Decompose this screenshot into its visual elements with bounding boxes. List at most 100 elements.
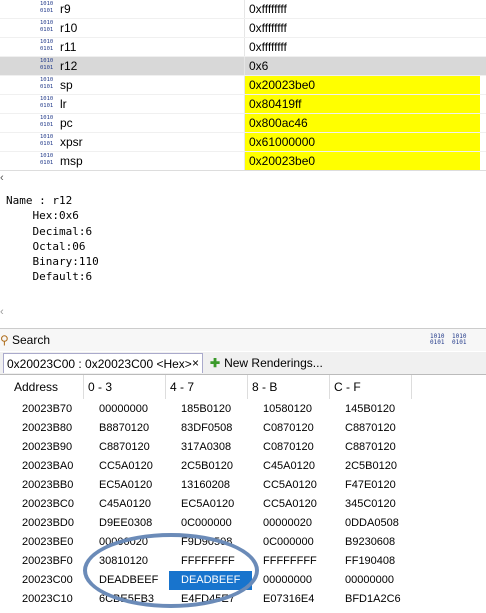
register-name: r10 [60,21,78,35]
memory-cell[interactable]: 0C000000 [181,514,232,533]
memory-address: 20023BC0 [22,498,74,510]
register-details: Name : r12 Hex:0x6 Decimal:6 Octal:06 Bi… [6,193,99,285]
search-icon[interactable]: ⚲ [0,333,9,347]
binary-format-alt-icon[interactable]: 1010 0101 [452,334,466,346]
register-row-pc[interactable]: 1010 0101 pc 0x800ac46 [0,114,486,133]
register-row-r12[interactable]: 1010 0101 r12 0x6 [0,57,486,76]
memory-row: 20023BD0 D9EE0308 0C000000 00000020 0DDA0508 [0,514,486,533]
memory-cell[interactable]: C0870120 [263,438,314,457]
plus-icon: ✚ [210,356,221,370]
close-icon[interactable]: × [192,356,199,370]
register-value[interactable]: 0x6 [244,57,480,75]
register-row-xpsr[interactable]: 1010 0101 xpsr 0x61000000 [0,133,486,152]
details-binary: Binary:110 [32,255,99,269]
memory-column-header[interactable]: C - F [330,375,412,399]
memory-cell[interactable]: BFD1A2C6 [345,590,401,609]
memory-cell[interactable]: CC5A0120 [99,457,153,476]
search-label[interactable]: Search [12,333,50,347]
new-renderings-button[interactable]: ✚ New Renderings... [210,356,323,370]
register-value[interactable]: 0xffffffff [244,0,480,18]
register-row-sp[interactable]: 1010 0101 sp 0x20023be0 [0,76,486,95]
register-icon: 1010 0101 [40,1,54,14]
register-value[interactable]: 0x20023be0 [244,76,480,94]
memory-cell[interactable]: 0C000000 [263,533,314,552]
memory-cell[interactable]: C45A0120 [99,495,151,514]
details-octal: Octal:06 [32,239,86,253]
memory-address: 20023BF0 [22,555,73,567]
memory-cell[interactable]: C0870120 [263,419,314,438]
register-row-r11[interactable]: 1010 0101 r11 0xffffffff [0,38,486,57]
memory-cell[interactable]: 13160208 [181,476,230,495]
memory-address: 20023BB0 [22,479,74,491]
register-value[interactable]: 0x80419ff [244,95,480,113]
memory-rendering-tab[interactable]: 0x20023C00 : 0x20023C00 <Hex> × [3,353,203,373]
registers-scroll-left-icon[interactable]: ‹ [0,172,486,186]
details-decimal: Decimal:6 [32,224,93,238]
register-value[interactable]: 0x20023be0 [244,152,480,170]
memory-cell[interactable]: 83DF0508 [181,419,232,438]
memory-cell[interactable]: FFFFFFFF [263,552,317,571]
memory-cell[interactable]: C8870120 [345,438,396,457]
memory-cell[interactable]: 10580120 [263,400,312,419]
memory-cell[interactable]: C8870120 [345,419,396,438]
memory-address: 20023B90 [22,441,73,453]
memory-cell[interactable]: EC5A0120 [181,495,234,514]
memory-row: 20023BC0 C45A0120 EC5A0120 CC5A0120 345C0120 [0,495,486,514]
memory-tab-label: 0x20023C00 : 0x20023C00 <Hex> [7,357,192,371]
register-name: r9 [60,2,71,16]
memory-tab-bar: 0x20023C00 : 0x20023C00 <Hex> × ✚ New Ren… [0,352,486,375]
memory-row: 20023B90 C8870120 317A0308 C0870120 C8870120 [0,438,486,457]
memory-cell[interactable]: 00000000 [345,571,394,590]
memory-cell[interactable]: FF190408 [345,552,395,571]
memory-cell[interactable]: B9230608 [345,533,395,552]
memory-column-header[interactable]: 0 - 3 [84,375,166,399]
memory-cell[interactable]: 0DDA0508 [345,514,399,533]
register-row-lr[interactable]: 1010 0101 lr 0x80419ff [0,95,486,114]
memory-cell[interactable]: CC5A0120 [263,495,317,514]
memory-cell[interactable]: 145B0120 [345,400,395,419]
memory-column-header[interactable]: 4 - 7 [166,375,248,399]
memory-cell[interactable]: CC5A0120 [263,476,317,495]
register-value[interactable]: 0x61000000 [244,133,480,151]
memory-cell[interactable]: D9EE0308 [99,514,152,533]
memory-address: 20023BE0 [22,536,74,548]
new-renderings-label: New Renderings... [224,356,323,370]
memory-cell[interactable]: 2C5B0120 [345,457,397,476]
memory-address: 20023BA0 [22,460,74,472]
memory-address: 20023B70 [22,403,73,415]
memory-cell[interactable]: 317A0308 [181,438,231,457]
register-value[interactable]: 0xffffffff [244,38,480,56]
memory-cell[interactable]: 2C5B0120 [181,457,233,476]
details-name: Name : r12 [6,194,73,207]
memory-address: 20023C10 [22,593,73,605]
memory-column-header[interactable]: 8 - B [248,375,330,399]
details-hex: Hex:0x6 [32,209,79,223]
register-row-r9[interactable]: 1010 0101 r9 0xffffffff [0,0,486,19]
register-value[interactable]: 0xffffffff [244,19,480,37]
register-name: xpsr [60,135,83,149]
memory-cell[interactable]: C45A0120 [263,457,315,476]
memory-cell[interactable]: 00000000 [99,400,148,419]
register-value[interactable]: 0x800ac46 [244,114,480,132]
memory-cell[interactable]: 00000020 [263,514,312,533]
register-row-msp[interactable]: 1010 0101 msp 0x20023be0 [0,152,486,170]
register-icon: 1010 0101 [40,20,54,33]
register-row-r10[interactable]: 1010 0101 r10 0xffffffff [0,19,486,38]
memory-cell[interactable]: 00000000 [263,571,312,590]
register-icon: 1010 0101 [40,115,54,128]
register-name: msp [60,154,83,168]
memory-cell[interactable]: C8870120 [99,438,150,457]
memory-address: 20023B80 [22,422,73,434]
binary-format-icon[interactable]: 1010 0101 [430,334,444,346]
memory-cell[interactable]: F47E0120 [345,476,396,495]
memory-column-header[interactable]: Address [10,375,84,399]
memory-row: 20023BB0 EC5A0120 13160208 CC5A0120 F47E0120 [0,476,486,495]
memory-cell[interactable]: E07316E4 [263,590,314,609]
details-default: Default:6 [32,270,93,284]
memory-cell[interactable]: 345C0120 [345,495,396,514]
memory-cell[interactable]: 185B0120 [181,400,231,419]
memory-cell[interactable]: B8870120 [99,419,149,438]
details-scroll-left-icon[interactable]: ‹ [0,306,486,320]
memory-cell[interactable]: EC5A0120 [99,476,152,495]
register-icon: 1010 0101 [40,134,54,147]
